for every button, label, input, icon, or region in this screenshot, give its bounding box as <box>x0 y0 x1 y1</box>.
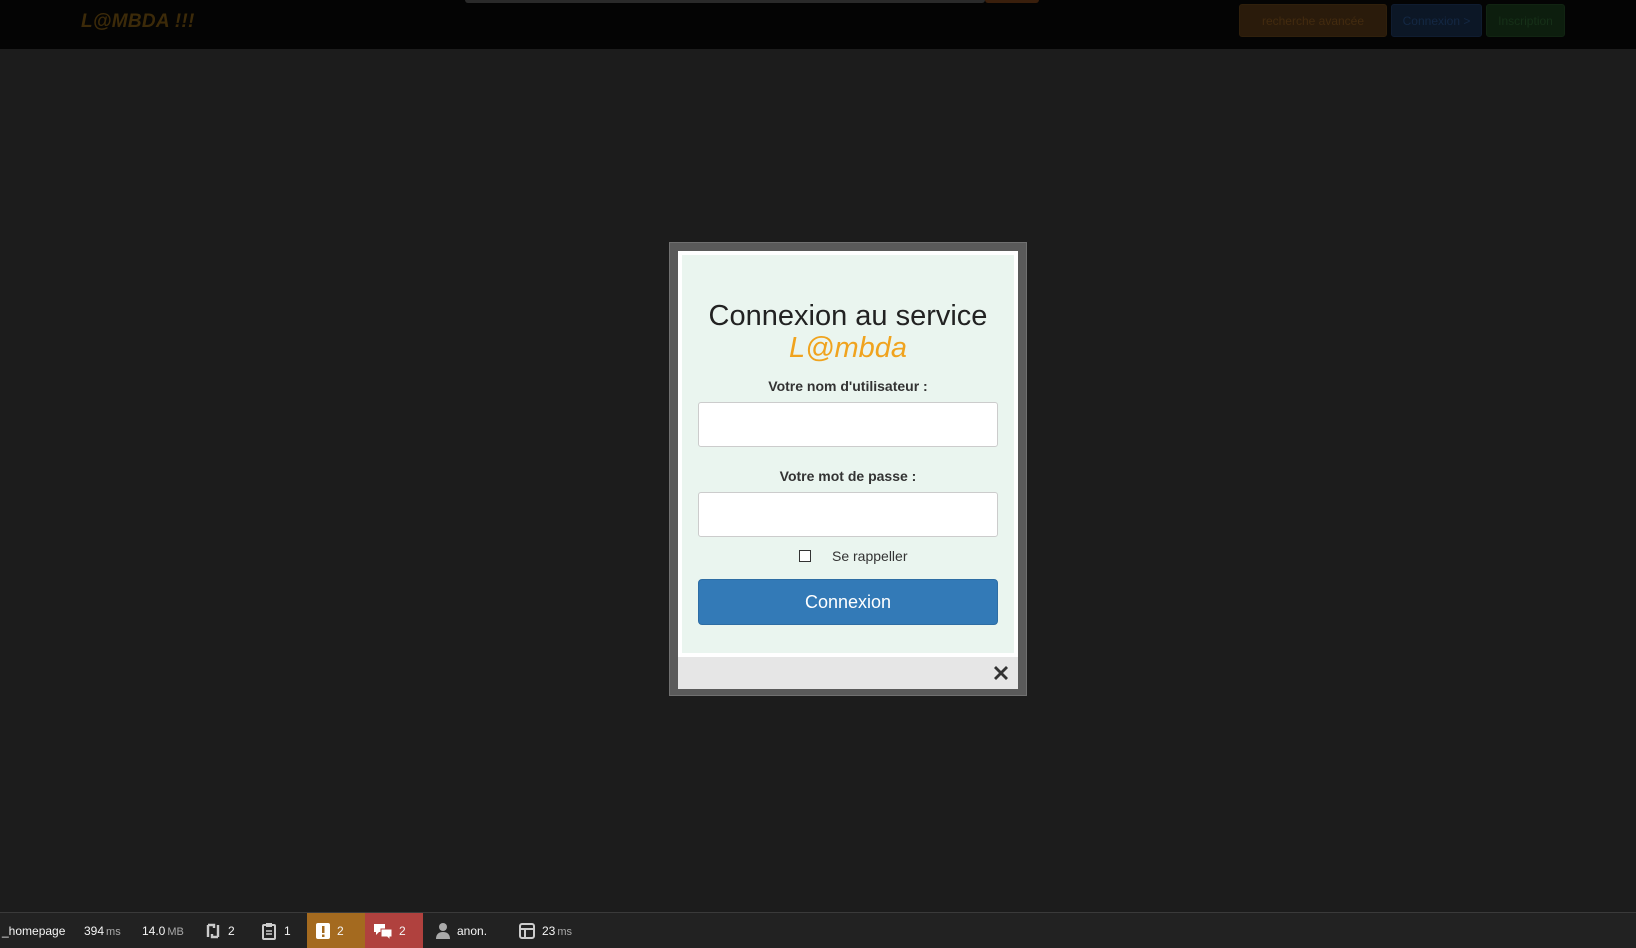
login-modal-frame: Connexion au service L@mbda Votre nom d'… <box>669 242 1027 696</box>
login-modal-body: Connexion au service L@mbda Votre nom d'… <box>682 255 1014 653</box>
user-icon <box>436 922 450 939</box>
top-navbar: L@MBDA !!! recherche avancée Connexion >… <box>0 0 1636 49</box>
modal-title: Connexion au service <box>708 300 988 332</box>
modal-footer <box>678 657 1018 689</box>
toolbar-route[interactable]: _homepage <box>0 913 73 948</box>
username-label: Votre nom d'utilisateur : <box>768 378 928 394</box>
toolbar-requests[interactable]: 2 <box>196 913 243 948</box>
toolbar-user[interactable]: anon. <box>427 913 495 948</box>
db-time-unit: ms <box>557 926 573 938</box>
login-nav-button[interactable]: Connexion > <box>1391 4 1482 37</box>
memory-unit: MB <box>167 926 184 938</box>
forms-count: 1 <box>284 924 291 938</box>
clipboard-icon <box>262 922 276 940</box>
warning-icon <box>316 922 330 939</box>
messages-icon <box>374 923 393 942</box>
toolbar-forms[interactable]: 1 <box>252 913 299 948</box>
toolbar-memory[interactable]: 14.0 MB <box>134 913 192 948</box>
route-name: _homepage <box>2 924 66 938</box>
signup-nav-button[interactable]: Inscription <box>1486 4 1565 37</box>
login-modal: Connexion au service L@mbda Votre nom d'… <box>678 251 1018 689</box>
brand-logo[interactable]: L@MBDA !!! <box>81 11 195 33</box>
warnings-count: 2 <box>337 924 344 938</box>
search-input[interactable] <box>465 0 985 3</box>
time-unit: ms <box>106 926 121 938</box>
memory-value: 14.0 <box>142 924 166 938</box>
toolbar-time[interactable]: 394 ms <box>76 913 129 948</box>
remember-checkbox[interactable] <box>799 550 811 562</box>
db-time-value: 23 <box>542 924 556 938</box>
advanced-search-button[interactable]: recherche avancée <box>1239 4 1387 37</box>
remember-label[interactable]: Se rappeller <box>832 548 908 564</box>
requests-icon <box>206 923 220 939</box>
remember-me: Se rappeller <box>682 547 1014 565</box>
modal-brand: L@mbda <box>788 332 908 364</box>
login-submit-button[interactable]: Connexion <box>698 579 998 625</box>
search-button[interactable] <box>985 0 1039 3</box>
toolbar-database[interactable]: 23 ms <box>510 913 580 948</box>
toolbar-warnings[interactable]: 2 <box>307 913 365 948</box>
password-field[interactable] <box>698 492 998 537</box>
toolbar-errors[interactable]: 2 <box>365 913 423 948</box>
password-label: Votre mot de passe : <box>779 468 917 484</box>
debug-toolbar: _homepage 394 ms 14.0 MB 2 1 2 2 anon. 2… <box>0 912 1636 948</box>
username-field[interactable] <box>698 402 998 447</box>
close-icon[interactable] <box>990 662 1012 684</box>
database-icon <box>519 922 535 939</box>
errors-count: 2 <box>399 924 406 938</box>
time-value: 394 <box>84 924 105 938</box>
user-name: anon. <box>457 924 488 938</box>
requests-count: 2 <box>228 924 235 938</box>
